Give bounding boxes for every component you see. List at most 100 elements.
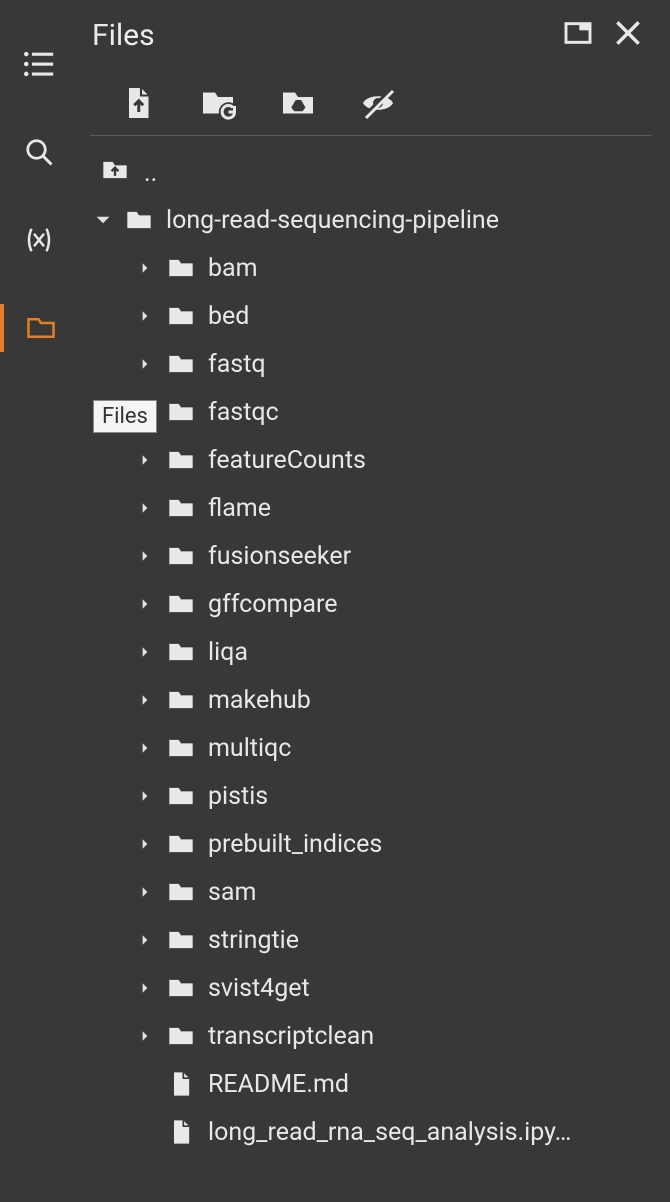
chevron-right-icon bbox=[136, 550, 154, 562]
folder-row[interactable]: stringtie bbox=[136, 916, 652, 964]
file-row[interactable]: README.md bbox=[136, 1060, 652, 1108]
chevron-right-icon bbox=[136, 982, 154, 994]
folder-row[interactable]: fastq bbox=[136, 340, 652, 388]
chevron-right-icon bbox=[136, 262, 154, 274]
folder-icon bbox=[166, 878, 196, 906]
folder-row[interactable]: fusionseeker bbox=[136, 532, 652, 580]
tree-item-label: prebuilt_indices bbox=[208, 830, 382, 859]
folder-icon bbox=[166, 926, 196, 954]
folder-row[interactable]: transcriptclean bbox=[136, 1012, 652, 1060]
tree-item-label: liqa bbox=[208, 638, 248, 667]
folder-icon bbox=[166, 974, 196, 1002]
tree-item-label: svist4get bbox=[208, 974, 310, 1003]
folder-icon bbox=[166, 734, 196, 762]
upload-button[interactable] bbox=[120, 85, 156, 121]
close-panel-button[interactable] bbox=[612, 17, 644, 53]
drive-folder-icon bbox=[280, 85, 316, 121]
folder-icon bbox=[166, 638, 196, 666]
folder-icon bbox=[166, 494, 196, 522]
tree-item-label: transcriptclean bbox=[208, 1022, 374, 1051]
file-tree: .. long-read-sequencing-pipeline bam bed f… bbox=[78, 136, 652, 1156]
folder-icon bbox=[166, 254, 196, 282]
folder-row[interactable]: bam bbox=[136, 244, 652, 292]
tree-item-label: makehub bbox=[208, 686, 311, 715]
folder-row[interactable]: flame bbox=[136, 484, 652, 532]
chevron-right-icon bbox=[136, 742, 154, 754]
folder-icon bbox=[166, 686, 196, 714]
folder-icon bbox=[166, 542, 196, 570]
folder-row[interactable]: featureCounts bbox=[136, 436, 652, 484]
folder-icon bbox=[166, 590, 196, 618]
panel-title: Files bbox=[92, 18, 155, 53]
chevron-right-icon bbox=[136, 502, 154, 514]
folder-icon bbox=[166, 1022, 196, 1050]
folder-row[interactable]: multiqc bbox=[136, 724, 652, 772]
files-toolbar bbox=[90, 70, 652, 136]
sidebar-tooltip: Files bbox=[93, 400, 157, 433]
folder-row[interactable]: fastqc bbox=[136, 388, 652, 436]
panel-header: Files bbox=[78, 0, 652, 70]
chevron-right-icon bbox=[136, 886, 154, 898]
folder-row[interactable]: svist4get bbox=[136, 964, 652, 1012]
toggle-hidden-button[interactable] bbox=[360, 85, 396, 121]
chevron-right-icon bbox=[136, 358, 154, 370]
tree-item-label: fastqc bbox=[208, 398, 279, 427]
chevron-right-icon bbox=[136, 790, 154, 802]
refresh-button[interactable] bbox=[200, 85, 236, 121]
chevron-down-icon bbox=[94, 212, 112, 228]
tree-item-label: fusionseeker bbox=[208, 542, 351, 571]
folder-row[interactable]: pistis bbox=[136, 772, 652, 820]
chevron-right-icon bbox=[136, 598, 154, 610]
tree-item-label: fastq bbox=[208, 350, 266, 379]
tree-item-label: multiqc bbox=[208, 734, 291, 763]
chevron-right-icon bbox=[136, 454, 154, 466]
chevron-right-icon bbox=[136, 1030, 154, 1042]
tree-item-label: stringtie bbox=[208, 926, 299, 955]
mount-drive-button[interactable] bbox=[280, 85, 316, 121]
tree-item-label: flame bbox=[208, 494, 271, 523]
toc-icon bbox=[22, 47, 56, 81]
tree-item-label: featureCounts bbox=[208, 446, 366, 475]
folder-row[interactable]: sam bbox=[136, 868, 652, 916]
chevron-right-icon bbox=[136, 646, 154, 658]
variables-icon bbox=[24, 225, 54, 255]
tree-item-label: pistis bbox=[208, 782, 268, 811]
folder-icon bbox=[124, 206, 154, 234]
tree-item-label: README.md bbox=[208, 1070, 349, 1099]
folder-icon bbox=[166, 830, 196, 858]
hidden-eye-icon bbox=[360, 85, 396, 121]
search-button[interactable] bbox=[0, 128, 78, 176]
root-folder-label: long-read-sequencing-pipeline bbox=[166, 206, 499, 235]
folder-row[interactable]: liqa bbox=[136, 628, 652, 676]
folder-icon bbox=[166, 782, 196, 810]
file-icon bbox=[166, 1118, 196, 1146]
refresh-folder-icon bbox=[200, 85, 236, 121]
close-icon bbox=[612, 17, 644, 49]
folder-icon bbox=[166, 350, 196, 378]
folder-icon bbox=[166, 302, 196, 330]
chevron-right-icon bbox=[136, 934, 154, 946]
upload-file-icon bbox=[120, 85, 156, 121]
folder-row[interactable]: prebuilt_indices bbox=[136, 820, 652, 868]
chevron-right-icon bbox=[136, 694, 154, 706]
chevron-right-icon bbox=[136, 310, 154, 322]
tree-item-label: bed bbox=[208, 302, 249, 331]
popout-button[interactable] bbox=[562, 17, 594, 53]
tree-item-label: gffcompare bbox=[208, 590, 338, 619]
tree-item-label: long_read_rna_seq_analysis.ipy… bbox=[208, 1118, 571, 1147]
parent-directory-row[interactable]: .. bbox=[94, 150, 652, 196]
file-row[interactable]: long_read_rna_seq_analysis.ipy… bbox=[136, 1108, 652, 1156]
table-of-contents-button[interactable] bbox=[0, 40, 78, 88]
folder-row[interactable]: bed bbox=[136, 292, 652, 340]
files-panel: Files bbox=[78, 0, 670, 1202]
folder-up-icon bbox=[100, 156, 130, 191]
folder-row[interactable]: gffcompare bbox=[136, 580, 652, 628]
variables-button[interactable] bbox=[0, 216, 78, 264]
folder-row[interactable]: makehub bbox=[136, 676, 652, 724]
root-folder-row[interactable]: long-read-sequencing-pipeline bbox=[94, 196, 652, 244]
folder-icon bbox=[166, 398, 196, 426]
parent-label: .. bbox=[144, 159, 157, 188]
tree-item-label: bam bbox=[208, 254, 258, 283]
tree-item-label: sam bbox=[208, 878, 256, 907]
files-tab-button[interactable] bbox=[0, 304, 78, 352]
